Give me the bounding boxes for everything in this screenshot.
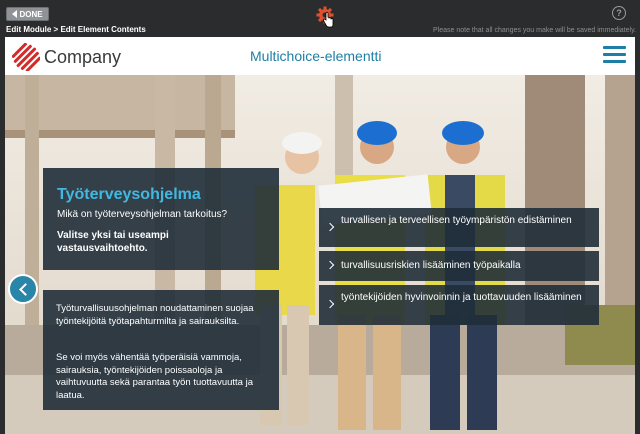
info-panel: Työturvallisuusohjelman noudattaminen su… <box>43 290 279 410</box>
answer-option-3[interactable]: työntekijöiden hyvinvoinnin ja tuottavuu… <box>319 285 599 325</box>
logo-mark-icon <box>12 43 40 71</box>
question-instruction: Valitse yksi tai useampi vastausvaihtoeh… <box>57 230 169 254</box>
question-title: Työterveysohjelma <box>57 186 201 203</box>
chevron-right-icon <box>325 222 335 231</box>
module-title: Multichoice-elementti <box>250 48 382 64</box>
info-paragraph-1: Työturvallisuusohjelman noudattaminen su… <box>56 303 254 327</box>
answer-option-label: turvallisuusriskien lisääminen työpaikal… <box>341 260 521 271</box>
background-photo: Työterveysohjelma Mikä on työterveysohje… <box>5 75 635 434</box>
previous-button[interactable] <box>8 274 38 304</box>
module-preview: Company Multichoice-elementti Työterveys… <box>5 37 635 434</box>
done-button[interactable]: DONE <box>6 7 49 21</box>
hamburger-menu-icon[interactable] <box>603 46 626 64</box>
module-header: Company Multichoice-elementti <box>5 37 635 76</box>
breadcrumb: Edit Module > Edit Element Contents <box>6 25 146 34</box>
help-icon[interactable]: ? <box>612 6 626 20</box>
answer-option-2[interactable]: turvallisuusriskien lisääminen työpaikal… <box>319 251 599 281</box>
answer-option-label: työntekijöiden hyvinvoinnin ja tuottavuu… <box>341 292 582 303</box>
question-text: Mikä on työterveysohjelman tarkoitus? <box>57 209 228 220</box>
editor-toolbar: DONE ? Edit Module > Edit Element Conten… <box>0 0 640 37</box>
hand-cursor-icon <box>322 12 334 28</box>
done-label: DONE <box>19 9 43 19</box>
question-panel: Työterveysohjelma Mikä on työterveysohje… <box>43 168 279 270</box>
company-logo: Company <box>12 43 121 71</box>
save-notice: Please note that all changes you make wi… <box>433 27 636 34</box>
back-arrow-icon <box>12 10 18 18</box>
answer-option-1[interactable]: turvallisen ja terveellisen työympäristö… <box>319 208 599 247</box>
logo-text: Company <box>44 46 122 67</box>
answer-option-label: turvallisen ja terveellisen työympäristö… <box>341 215 572 226</box>
chevron-right-icon <box>325 299 335 309</box>
chevron-right-icon <box>325 260 335 270</box>
info-paragraph-2: Se voi myös vähentää työperäisiä vammoja… <box>56 352 253 401</box>
